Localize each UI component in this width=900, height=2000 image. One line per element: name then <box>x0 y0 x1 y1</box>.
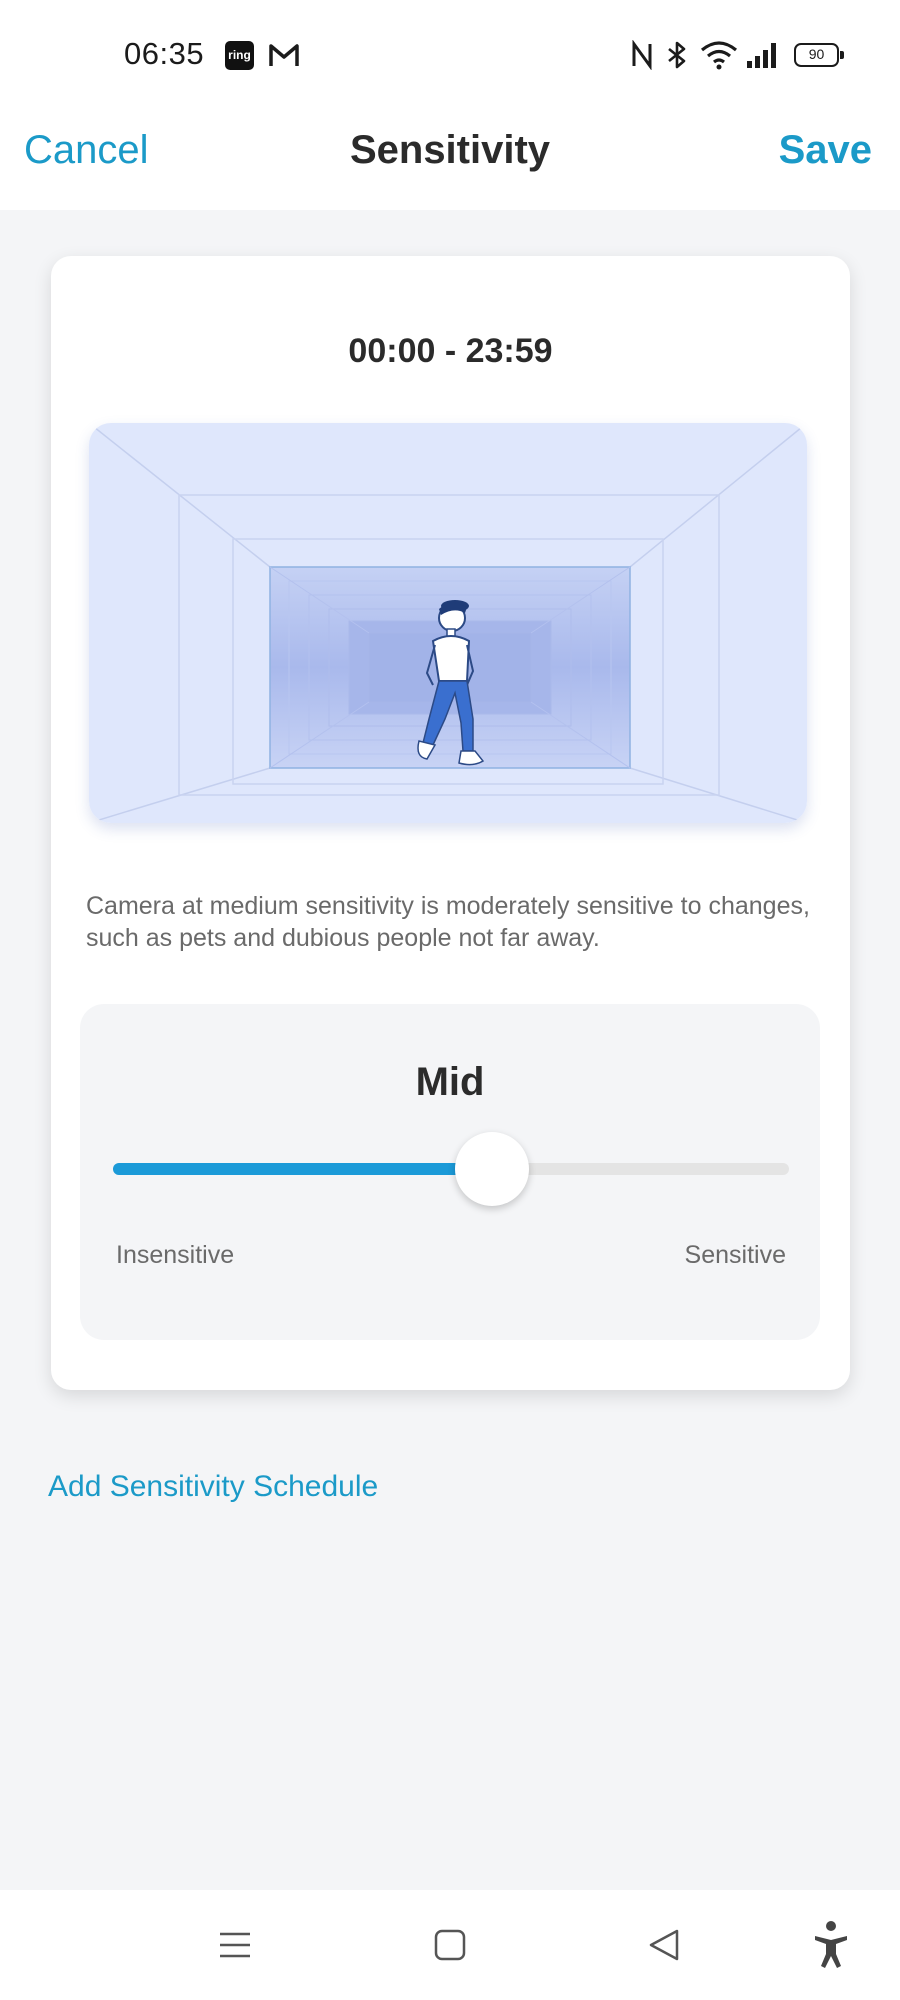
back-button[interactable] <box>620 1890 710 2000</box>
time-range: 00:00 - 23:59 <box>348 332 553 370</box>
status-bar: 06:35 ring 90 <box>0 0 900 110</box>
person-walking-illustration <box>89 423 807 823</box>
sensitivity-slider[interactable] <box>113 1132 789 1206</box>
system-nav-bar <box>0 1890 900 2000</box>
save-button[interactable]: Save <box>779 128 872 173</box>
battery-indicator: 90 <box>794 43 844 67</box>
sensitivity-description: Camera at medium sensitivity is moderate… <box>86 892 810 952</box>
sensitivity-card: 00:00 - 23:59 Camera at medium sensitivi… <box>51 256 850 1390</box>
menu-button[interactable] <box>190 1890 280 2000</box>
header: Cancel Sensitivity Save <box>0 110 900 210</box>
menu-icon <box>220 1932 250 1958</box>
back-icon <box>649 1929 679 1961</box>
home-icon <box>434 1929 466 1961</box>
sensitive-label: Sensitive <box>684 1241 786 1269</box>
slider-thumb[interactable] <box>454 1132 529 1206</box>
gmail-icon <box>269 44 299 66</box>
status-time: 06:35 <box>124 36 205 71</box>
nfc-icon <box>632 40 652 70</box>
slider-fill <box>113 1163 492 1175</box>
sensitivity-slider-panel: Mid Insensitive Sensitive <box>80 1004 820 1340</box>
ring-icon: ring <box>225 41 254 70</box>
insensitive-label: Insensitive <box>116 1241 235 1269</box>
home-button[interactable] <box>405 1890 495 2000</box>
signal-icon <box>747 43 776 68</box>
wifi-icon <box>700 41 738 70</box>
accessibility-button[interactable] <box>786 1890 876 2000</box>
add-sensitivity-schedule-link[interactable]: Add Sensitivity Schedule <box>48 1470 378 1504</box>
accessibility-icon <box>815 1921 847 1968</box>
bluetooth-icon <box>668 41 686 69</box>
page-title: Sensitivity <box>349 128 551 172</box>
corridor-illustration <box>89 423 807 823</box>
sensitivity-level-label: Mid <box>415 1060 485 1104</box>
